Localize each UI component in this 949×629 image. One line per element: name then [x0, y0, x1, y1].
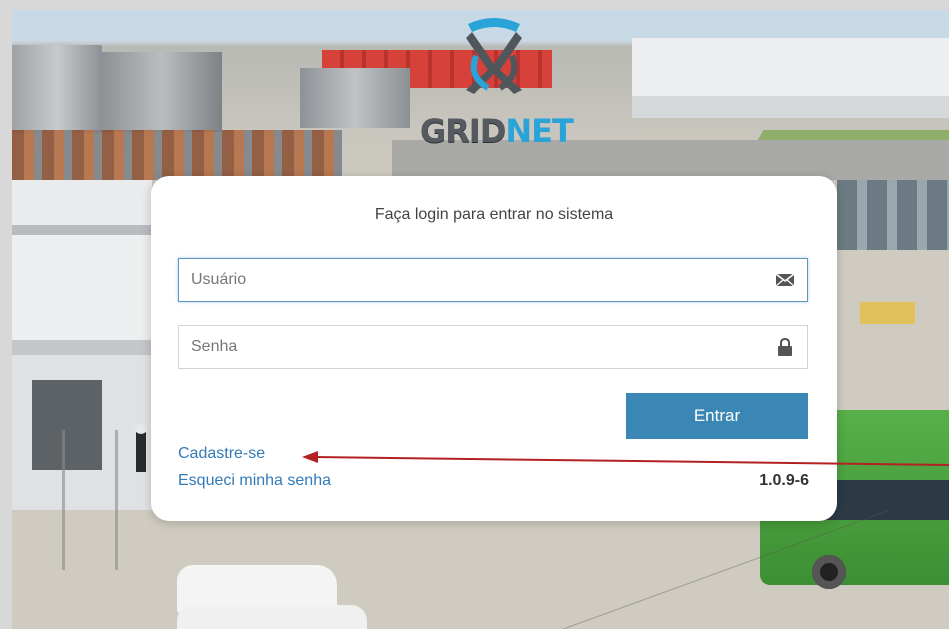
- envelope-icon: [775, 273, 795, 287]
- password-field[interactable]: [178, 325, 808, 369]
- version-label: 1.0.9-6: [759, 472, 809, 489]
- forgot-password-link[interactable]: Esqueci minha senha: [178, 472, 331, 490]
- gridnet-wordmark: GRIDNET: [420, 112, 574, 150]
- login-title: Faça login para entrar no sistema: [374, 206, 614, 223]
- password-input[interactable]: [179, 326, 751, 368]
- logo-text-grid: GRID: [420, 112, 506, 150]
- gridnet-logo-mark-icon: [466, 18, 522, 94]
- screen: GRIDNET Faça login para entrar no sistem…: [0, 0, 949, 629]
- lock-icon: [778, 338, 792, 356]
- login-card: Faça login para entrar no sistema Entrar…: [151, 176, 837, 521]
- signup-link[interactable]: Cadastre-se: [178, 445, 265, 463]
- username-input[interactable]: [179, 259, 751, 301]
- login-submit-button[interactable]: Entrar: [626, 393, 808, 439]
- username-field[interactable]: [178, 258, 808, 302]
- gridnet-logo: GRIDNET: [418, 14, 574, 154]
- logo-text-net: NET: [505, 112, 573, 150]
